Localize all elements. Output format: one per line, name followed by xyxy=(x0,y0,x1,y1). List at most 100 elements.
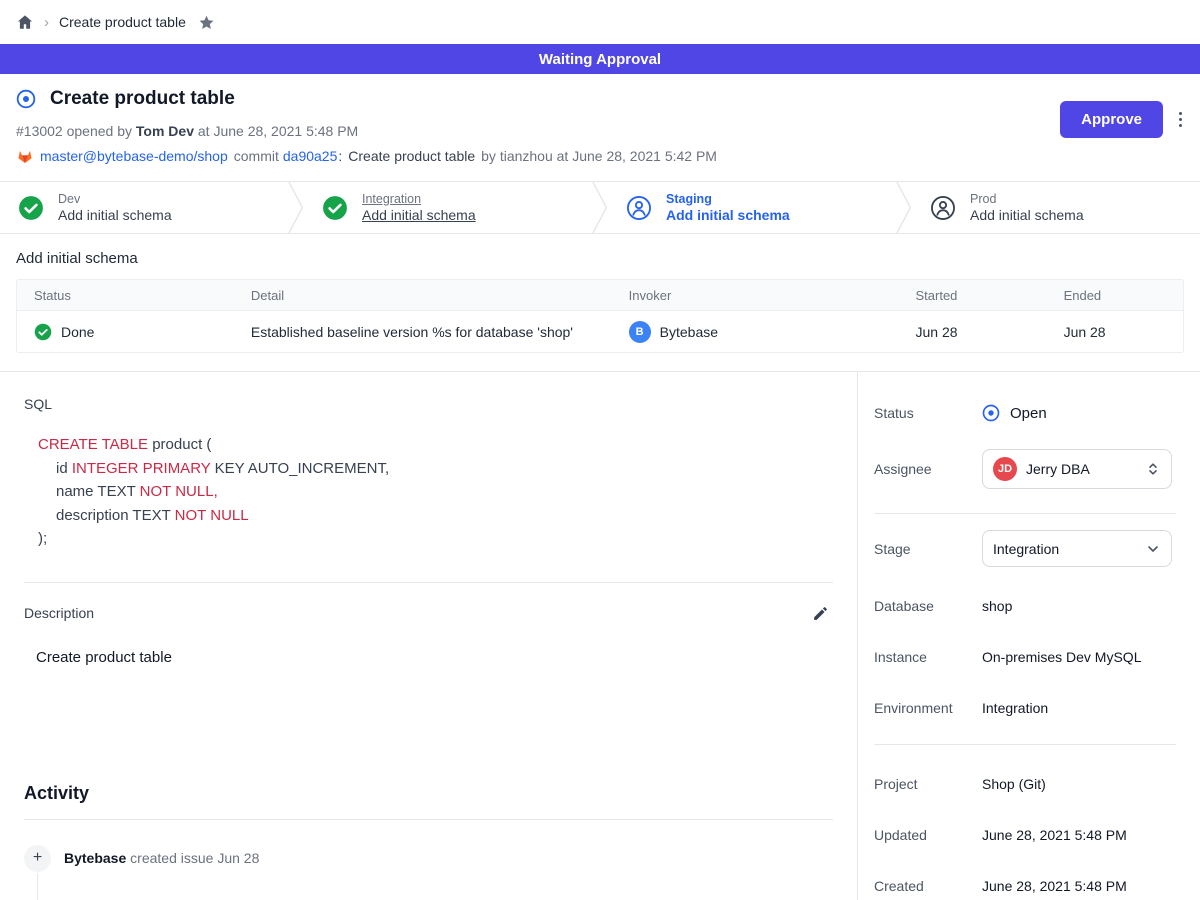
updated-value: June 28, 2021 5:48 PM xyxy=(982,827,1127,843)
issue-main-panel: SQL CREATE TABLE product ( id INTEGER PR… xyxy=(0,372,858,900)
instance-value: On-premises Dev MySQL xyxy=(982,649,1141,665)
stage-task-label: Add initial schema xyxy=(362,207,476,223)
pipeline-stage-bar: Dev Add initial schema Integration Add i… xyxy=(0,181,1200,234)
task-section-title: Add initial schema xyxy=(16,250,1184,267)
col-invoker: Invoker xyxy=(612,288,899,303)
stage-staging[interactable]: Staging Add initial schema xyxy=(608,182,896,233)
stage-label: Stage xyxy=(874,541,982,557)
task-invoker: Bytebase xyxy=(660,324,718,340)
stage-done-check-icon xyxy=(18,195,44,221)
stage-separator xyxy=(592,182,608,233)
assignee-select[interactable]: JD Jerry DBA xyxy=(982,449,1172,489)
issue-sidebar: Status Open Assignee JD Jerry DBA Stage xyxy=(858,372,1200,900)
approval-banner-text: Waiting Approval xyxy=(539,51,661,68)
issue-meta: #13002 opened by Tom Dev at June 28, 202… xyxy=(16,123,1184,139)
project-value: Shop (Git) xyxy=(982,776,1046,792)
edit-pencil-icon[interactable] xyxy=(812,605,829,622)
instance-label: Instance xyxy=(874,649,982,665)
stage-pending-approval-icon xyxy=(626,195,652,221)
task-status: Done xyxy=(61,324,94,340)
approve-button[interactable]: Approve xyxy=(1060,101,1163,138)
assignee-avatar: JD xyxy=(993,457,1017,481)
table-row[interactable]: Done Established baseline version %s for… xyxy=(17,311,1183,352)
more-actions-icon[interactable] xyxy=(1177,108,1184,131)
col-started: Started xyxy=(898,288,1046,303)
vcs-commit-label: commit xyxy=(234,148,279,164)
breadcrumb-current: Create product table xyxy=(59,14,186,30)
sql-text: name TEXT xyxy=(56,483,140,500)
stage-dev[interactable]: Dev Add initial schema xyxy=(0,182,288,233)
sql-text: ); xyxy=(38,530,47,547)
updated-label: Updated xyxy=(874,827,982,843)
stage-value: Integration xyxy=(993,541,1136,557)
task-table-header: Status Detail Invoker Started Ended xyxy=(17,280,1183,311)
created-value: June 28, 2021 5:48 PM xyxy=(982,878,1127,894)
sql-keyword: CREATE TABLE xyxy=(38,436,148,453)
stage-select[interactable]: Integration xyxy=(982,530,1172,567)
done-check-icon xyxy=(34,323,52,341)
col-detail: Detail xyxy=(234,288,612,303)
vcs-commit-author-time: by tianzhou at June 28, 2021 5:42 PM xyxy=(481,148,717,164)
created-label: Created xyxy=(874,878,982,894)
vcs-commit-hash-link[interactable]: da90a25 xyxy=(283,148,338,164)
activity-section-label: Activity xyxy=(24,783,833,804)
sql-text: id xyxy=(56,460,72,477)
sql-text: KEY AUTO_INCREMENT, xyxy=(210,460,389,477)
vcs-commit-message: Create product table xyxy=(348,148,475,164)
stage-env-label: Prod xyxy=(970,192,1084,206)
sql-keyword: INTEGER PRIMARY xyxy=(72,460,211,477)
vcs-branch-link[interactable]: master@bytebase-demo/shop xyxy=(40,148,228,164)
environment-label: Environment xyxy=(874,700,982,716)
open-status-icon xyxy=(982,404,1000,422)
chevron-down-icon xyxy=(1145,541,1161,557)
issue-opened-time: at June 28, 2021 5:48 PM xyxy=(198,123,358,139)
bytebase-issue-page: › Create product table Waiting Approval … xyxy=(0,0,1200,900)
divider xyxy=(874,513,1176,514)
gitlab-icon xyxy=(16,147,34,165)
home-icon[interactable] xyxy=(16,13,34,31)
task-detail: Established baseline version %s for data… xyxy=(251,324,573,340)
sql-keyword: NOT NULL xyxy=(175,507,249,524)
sql-text: description TEXT xyxy=(56,507,175,524)
divider xyxy=(24,582,833,583)
task-started: Jun 28 xyxy=(915,324,957,340)
database-value: shop xyxy=(982,598,1012,614)
assignee-value: Jerry DBA xyxy=(1026,461,1136,477)
activity-timeline: + Bytebase created issue Jun 28 xyxy=(24,845,833,872)
task-ended: Jun 28 xyxy=(1064,324,1106,340)
stage-env-label: Dev xyxy=(58,192,172,206)
description-label: Description xyxy=(24,605,94,621)
stage-done-check-icon xyxy=(322,195,348,221)
environment-value: Integration xyxy=(982,700,1048,716)
status-value: Open xyxy=(1010,405,1047,422)
activity-actor: Bytebase xyxy=(64,850,126,866)
sql-keyword: NOT NULL, xyxy=(140,483,218,500)
page-title: Create product table xyxy=(50,88,235,110)
task-section: Add initial schema Status Detail Invoker… xyxy=(0,234,1200,372)
database-label: Database xyxy=(874,598,982,614)
assignee-label: Assignee xyxy=(874,461,982,477)
issue-open-status-icon xyxy=(16,89,36,109)
issue-id-text: #13002 opened by xyxy=(16,123,132,139)
vcs-commit-row: master@bytebase-demo/shop commit da90a25… xyxy=(16,147,1184,165)
stage-pending-icon xyxy=(930,195,956,221)
divider xyxy=(874,744,1176,745)
favorite-star-icon[interactable] xyxy=(198,14,215,31)
stage-integration[interactable]: Integration Add initial schema xyxy=(304,182,592,233)
approval-banner: Waiting Approval xyxy=(0,44,1200,74)
stage-task-label: Add initial schema xyxy=(58,207,172,223)
activity-action: created issue Jun 28 xyxy=(130,850,259,866)
sql-text: product ( xyxy=(148,436,211,453)
project-label: Project xyxy=(874,776,982,792)
sql-section-label: SQL xyxy=(24,396,833,412)
issue-header: Create product table #13002 opened by To… xyxy=(0,74,1200,181)
status-label: Status xyxy=(874,405,982,421)
vcs-colon: : xyxy=(338,148,342,164)
stage-env-label: Staging xyxy=(666,192,790,206)
activity-entry: + Bytebase created issue Jun 28 xyxy=(24,845,833,872)
stage-env-label: Integration xyxy=(362,192,476,206)
divider xyxy=(24,819,833,820)
stage-task-label: Add initial schema xyxy=(666,207,790,223)
timeline-connector xyxy=(37,873,38,900)
stage-prod[interactable]: Prod Add initial schema xyxy=(912,182,1200,233)
